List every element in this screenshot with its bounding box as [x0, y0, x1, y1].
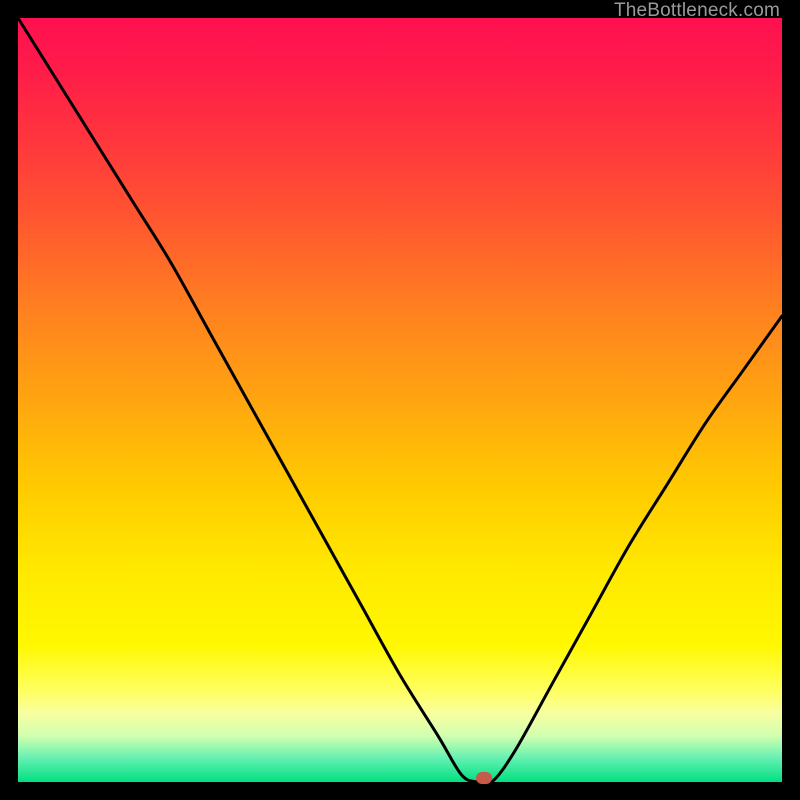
optimum-marker	[476, 772, 492, 784]
curve-path	[18, 18, 782, 785]
chart-frame: TheBottleneck.com	[0, 0, 800, 800]
plot-area	[18, 18, 782, 782]
bottleneck-curve	[18, 18, 782, 782]
